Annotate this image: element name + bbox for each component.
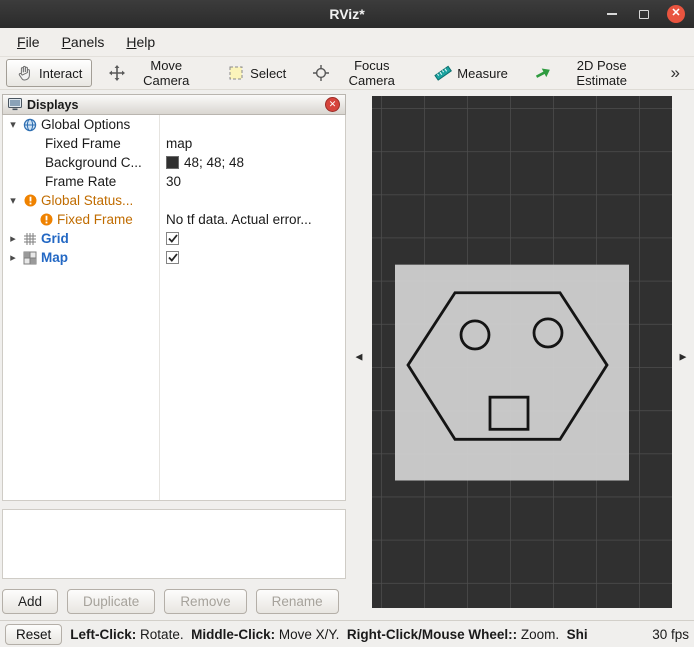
tree-row-background-color[interactable]: Background C... 48; 48; 48 [3, 153, 345, 172]
tool-focus-camera[interactable]: Focus Camera [302, 53, 418, 93]
mouse-help-text: Left-Click: Rotate. Middle-Click: Move X… [70, 626, 588, 642]
map-enabled-checkbox[interactable] [166, 251, 179, 264]
green-arrow-icon [534, 64, 552, 82]
tree-row-global-status[interactable]: ▾ Global Status... [3, 191, 345, 210]
expander-closed-icon[interactable]: ▸ [7, 232, 19, 245]
status-message: No tf data. Actual error... [166, 212, 312, 227]
displays-panel-buttons: Add Duplicate Remove Rename [2, 589, 346, 614]
row-label: Map [41, 250, 68, 265]
tool-select[interactable]: Select [217, 59, 296, 87]
tool-focus-camera-label: Focus Camera [348, 58, 395, 88]
close-button[interactable]: ✕ [667, 5, 685, 23]
selection-box-icon [227, 64, 245, 82]
right-dock-strip[interactable]: ▶ [672, 94, 694, 620]
background-color-value[interactable]: 48; 48; 48 [159, 153, 345, 172]
tool-2d-pose-estimate-label: 2D Pose Estimate [576, 58, 627, 88]
frame-rate-value[interactable]: 30 [159, 172, 345, 191]
fps-counter: 30 fps [652, 626, 689, 642]
map-display-icon [23, 251, 37, 265]
row-value [159, 191, 345, 210]
displays-panel-title: Displays [27, 97, 79, 112]
displays-panel: Displays ✕ ▾ Global Options Fixed Frame … [2, 94, 346, 614]
3d-viewport[interactable] [372, 96, 672, 608]
tree-row-frame-rate[interactable]: Frame Rate 30 [3, 172, 345, 191]
tool-interact[interactable]: Interact [6, 59, 93, 87]
expander-open-icon[interactable]: ▾ [7, 118, 19, 131]
move-arrows-icon [108, 64, 126, 82]
close-icon: ✕ [667, 5, 685, 23]
focus-crosshair-icon [312, 64, 330, 82]
tool-select-label: Select [250, 65, 287, 81]
expander-closed-icon[interactable]: ▸ [7, 251, 19, 264]
tree-row-status-fixed-frame[interactable]: Fixed Frame No tf data. Actual error... [3, 210, 345, 229]
expander-open-icon[interactable]: ▾ [7, 194, 19, 207]
tool-move-camera-label: Move Camera [143, 58, 190, 88]
maximize-icon [639, 9, 649, 19]
collapse-right-icon[interactable]: ▶ [672, 352, 694, 363]
add-button[interactable]: Add [2, 589, 59, 614]
minimize-button[interactable] [603, 5, 621, 23]
tree-row-grid[interactable]: ▸ Grid [3, 229, 345, 248]
grid-enabled-checkbox[interactable] [166, 232, 179, 245]
toolbar: Interact Move Camera Select Focus Camera… [0, 56, 694, 90]
tool-measure-label: Measure [457, 65, 508, 81]
toolbar-overflow-button[interactable]: » [663, 63, 688, 83]
grid-display-icon [23, 232, 37, 246]
duplicate-button: Duplicate [67, 589, 156, 614]
panel-splitter[interactable]: ◀ [346, 94, 372, 620]
tool-2d-pose-estimate[interactable]: 2D Pose Estimate [524, 53, 657, 93]
displays-tree: ▾ Global Options Fixed Frame map Backgro… [2, 115, 346, 501]
row-label: Global Status... [41, 193, 134, 208]
row-label: Global Options [41, 117, 131, 132]
menu-help[interactable]: Help [117, 31, 164, 53]
window-title: RViz* [329, 6, 365, 22]
maximize-button[interactable] [635, 5, 653, 23]
displays-panel-header: Displays ✕ [2, 94, 346, 115]
collapse-left-icon[interactable]: ◀ [346, 352, 372, 363]
tool-interact-label: Interact [39, 65, 83, 81]
render-view-container [372, 94, 672, 620]
monitor-icon [8, 98, 22, 112]
main-area: Displays ✕ ▾ Global Options Fixed Frame … [0, 90, 694, 620]
titlebar: RViz* ✕ [0, 0, 694, 28]
row-label: Grid [41, 231, 69, 246]
property-description-area [2, 509, 346, 579]
fixed-frame-value[interactable]: map [159, 134, 345, 153]
warning-icon [39, 213, 53, 227]
row-label: Background C... [45, 155, 142, 170]
color-swatch [166, 156, 179, 169]
tree-row-global-options[interactable]: ▾ Global Options [3, 115, 345, 134]
ruler-icon [434, 64, 453, 82]
statusbar: Reset Left-Click: Rotate. Middle-Click: … [0, 620, 694, 647]
map-image [395, 264, 629, 481]
remove-button: Remove [164, 589, 247, 614]
tree-row-fixed-frame[interactable]: Fixed Frame map [3, 134, 345, 153]
hand-icon [16, 64, 34, 82]
row-label: Fixed Frame [45, 136, 121, 151]
minimize-icon [607, 13, 617, 15]
window-controls: ✕ [603, 5, 694, 23]
row-label: Frame Rate [45, 174, 117, 189]
menubar: File Panels Help [0, 28, 694, 56]
rename-button: Rename [255, 589, 339, 614]
tree-row-map[interactable]: ▸ Map [3, 248, 345, 267]
rviz-window: RViz* ✕ File Panels Help Interact Move C… [0, 0, 694, 647]
row-value [159, 115, 345, 134]
tool-measure[interactable]: Measure [424, 59, 518, 87]
globe-icon [23, 118, 37, 132]
tool-move-camera[interactable]: Move Camera [98, 53, 211, 93]
warning-icon [23, 194, 37, 208]
reset-button[interactable]: Reset [5, 623, 63, 645]
panel-close-icon[interactable]: ✕ [325, 97, 340, 112]
menu-panels[interactable]: Panels [53, 31, 114, 53]
row-label: Fixed Frame [57, 212, 133, 227]
menu-file[interactable]: File [8, 31, 49, 53]
